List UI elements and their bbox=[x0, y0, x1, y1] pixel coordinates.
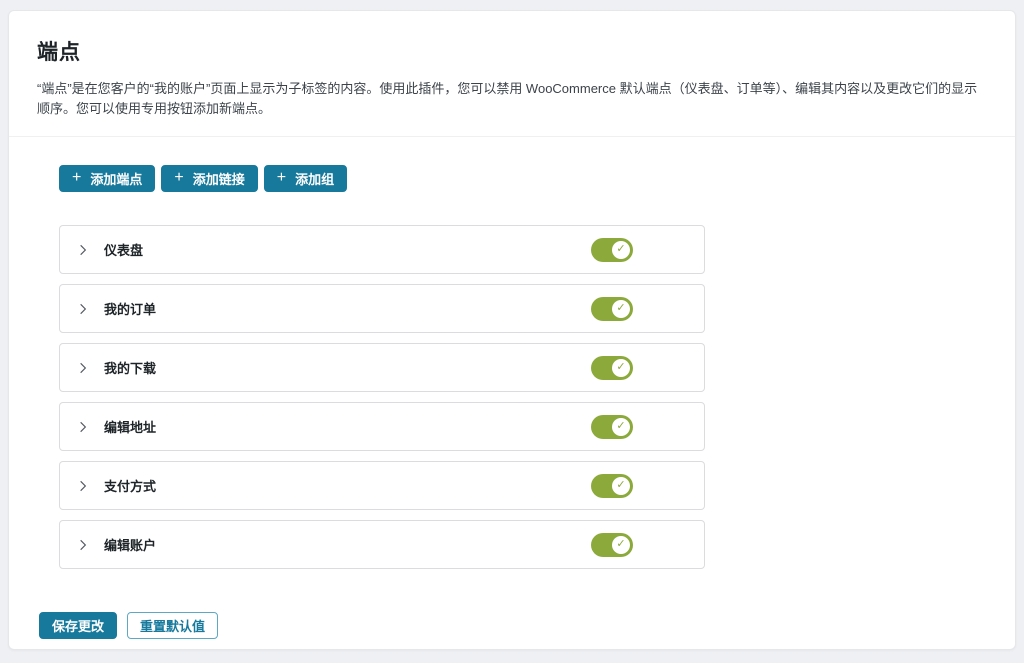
chevron-right-icon[interactable] bbox=[76, 302, 90, 316]
page-title: 端点 bbox=[37, 36, 987, 66]
plus-icon: + bbox=[174, 170, 183, 186]
endpoint-toggle[interactable]: ✓ bbox=[591, 415, 633, 439]
endpoint-list: 仪表盘 ✓ 我的订单 ✓ 我的下载 ✓ bbox=[59, 225, 705, 569]
add-endpoint-button[interactable]: + 添加端点 bbox=[59, 165, 155, 192]
endpoint-row-downloads[interactable]: 我的下载 ✓ bbox=[59, 343, 705, 392]
endpoint-row-edit-account[interactable]: 编辑账户 ✓ bbox=[59, 520, 705, 569]
reset-defaults-button[interactable]: 重置默认值 bbox=[127, 612, 218, 639]
add-link-button[interactable]: + 添加链接 bbox=[161, 165, 257, 192]
endpoint-toggle[interactable]: ✓ bbox=[591, 533, 633, 557]
endpoint-label: 我的订单 bbox=[104, 299, 156, 318]
endpoint-toggle[interactable]: ✓ bbox=[591, 238, 633, 262]
endpoint-label: 支付方式 bbox=[104, 476, 156, 495]
check-icon: ✓ bbox=[612, 418, 630, 436]
save-changes-button[interactable]: 保存更改 bbox=[39, 612, 117, 639]
chevron-right-icon[interactable] bbox=[76, 479, 90, 493]
endpoint-row-payment-methods[interactable]: 支付方式 ✓ bbox=[59, 461, 705, 510]
endpoint-toggle[interactable]: ✓ bbox=[591, 474, 633, 498]
chevron-right-icon[interactable] bbox=[76, 538, 90, 552]
endpoint-label: 编辑账户 bbox=[104, 535, 156, 554]
endpoint-row-dashboard[interactable]: 仪表盘 ✓ bbox=[59, 225, 705, 274]
page-description: “端点”是在您客户的“我的账户”页面上显示为子标签的内容。使用此插件，您可以禁用… bbox=[37, 79, 987, 119]
endpoint-label: 仪表盘 bbox=[104, 240, 143, 259]
endpoint-toggle[interactable]: ✓ bbox=[591, 297, 633, 321]
add-endpoint-label: 添加端点 bbox=[90, 169, 142, 188]
footer-actions: 保存更改 重置默认值 bbox=[39, 612, 985, 639]
check-icon: ✓ bbox=[612, 241, 630, 259]
endpoint-label: 我的下载 bbox=[104, 358, 156, 377]
check-icon: ✓ bbox=[612, 477, 630, 495]
check-icon: ✓ bbox=[612, 359, 630, 377]
settings-card: 端点 “端点”是在您客户的“我的账户”页面上显示为子标签的内容。使用此插件，您可… bbox=[8, 10, 1016, 650]
plus-icon: + bbox=[72, 170, 81, 186]
check-icon: ✓ bbox=[612, 300, 630, 318]
chevron-right-icon[interactable] bbox=[76, 243, 90, 257]
add-group-label: 添加组 bbox=[295, 169, 334, 188]
add-link-label: 添加链接 bbox=[193, 169, 245, 188]
plus-icon: + bbox=[277, 170, 286, 186]
check-icon: ✓ bbox=[612, 536, 630, 554]
endpoint-toggle[interactable]: ✓ bbox=[591, 356, 633, 380]
chevron-right-icon[interactable] bbox=[76, 361, 90, 375]
endpoint-label: 编辑地址 bbox=[104, 417, 156, 436]
add-group-button[interactable]: + 添加组 bbox=[264, 165, 347, 192]
card-header: 端点 “端点”是在您客户的“我的账户”页面上显示为子标签的内容。使用此插件，您可… bbox=[9, 11, 1015, 136]
endpoint-row-orders[interactable]: 我的订单 ✓ bbox=[59, 284, 705, 333]
chevron-right-icon[interactable] bbox=[76, 420, 90, 434]
endpoint-row-edit-address[interactable]: 编辑地址 ✓ bbox=[59, 402, 705, 451]
card-body: + 添加端点 + 添加链接 + 添加组 仪表盘 ✓ bbox=[9, 137, 1015, 663]
toolbar: + 添加端点 + 添加链接 + 添加组 bbox=[59, 165, 985, 192]
